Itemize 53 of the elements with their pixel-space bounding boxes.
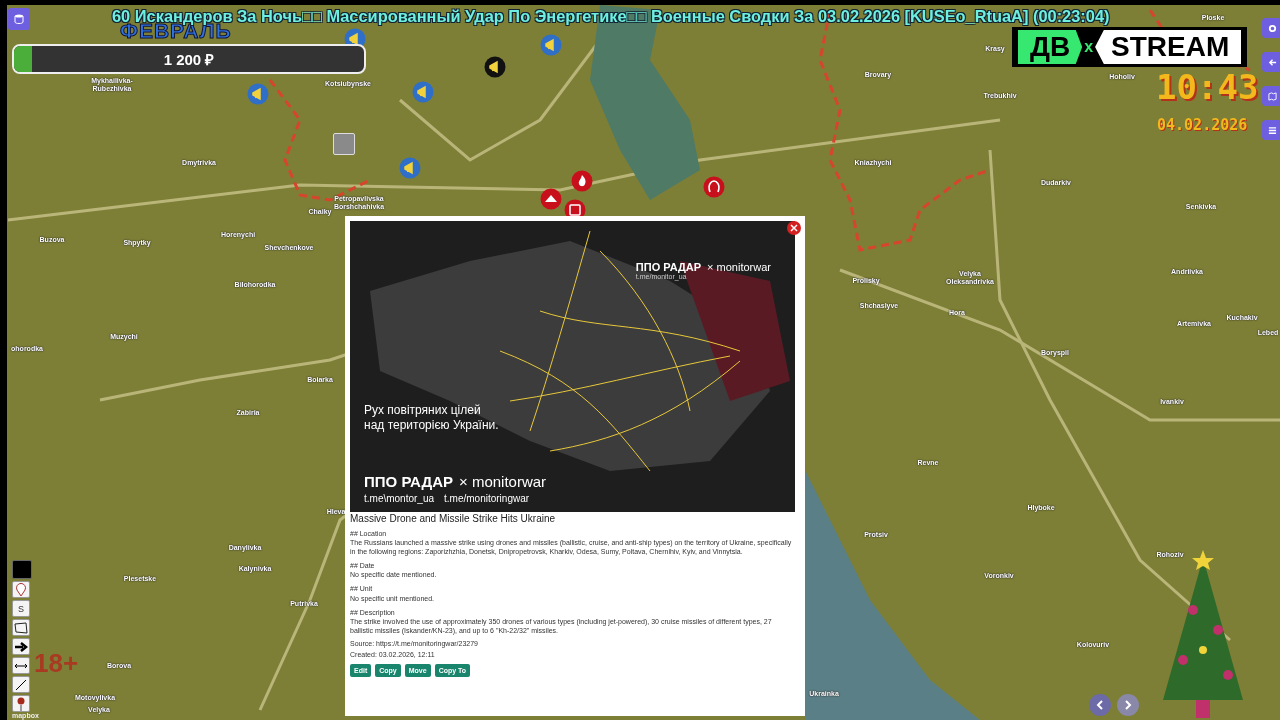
megaphone-marker-icon[interactable] bbox=[484, 56, 506, 78]
megaphone-marker-icon[interactable] bbox=[247, 83, 269, 105]
image-partner-text: × monitorwar bbox=[459, 473, 547, 490]
next-button[interactable] bbox=[1117, 694, 1139, 716]
list-button[interactable] bbox=[1262, 120, 1280, 140]
gear-icon bbox=[1267, 23, 1277, 33]
pin-icon bbox=[17, 696, 25, 711]
line-tool-button[interactable] bbox=[12, 676, 30, 693]
logo-left-text: ДВ bbox=[1018, 30, 1083, 64]
fire-marker-icon[interactable] bbox=[571, 170, 593, 192]
double-arrow-icon bbox=[14, 661, 28, 670]
pin-tool-button[interactable] bbox=[12, 581, 30, 598]
map-icon bbox=[1267, 91, 1277, 101]
database-icon bbox=[14, 14, 24, 24]
chevron-right-icon bbox=[1124, 700, 1132, 710]
polygon-icon bbox=[14, 621, 28, 634]
chevron-left-icon bbox=[1096, 700, 1104, 710]
list-icon bbox=[1267, 125, 1277, 135]
image-link-text: t.me/monitoringwar bbox=[444, 493, 530, 504]
logo-right-text: STREAM bbox=[1095, 30, 1242, 64]
arrow-tool-button[interactable] bbox=[12, 638, 30, 655]
megaphone-marker-icon[interactable] bbox=[412, 81, 434, 103]
popup-title: Massive Drone and Missile Strike Hits Ukraine bbox=[350, 513, 556, 524]
megaphone-marker-icon[interactable] bbox=[399, 157, 421, 179]
settings-button[interactable] bbox=[1262, 18, 1280, 38]
warning-marker-icon[interactable] bbox=[540, 188, 562, 210]
image-partner-text: × monitorwar bbox=[707, 261, 771, 273]
arrow-right-icon bbox=[14, 641, 28, 652]
pin-icon bbox=[15, 582, 27, 597]
donation-amount: 1 200 ₽ bbox=[163, 50, 215, 69]
previous-button[interactable] bbox=[1089, 694, 1111, 716]
marker-tool-button[interactable] bbox=[12, 695, 30, 712]
megaphone-marker-icon[interactable] bbox=[540, 34, 562, 56]
close-button[interactable] bbox=[787, 221, 801, 235]
image-brand-text: ППО РАДАР bbox=[635, 261, 702, 273]
color-swatch[interactable] bbox=[12, 560, 32, 579]
image-brand-text: ППО РАДАР bbox=[364, 473, 453, 490]
arrow-left-icon bbox=[1267, 57, 1277, 67]
close-icon bbox=[790, 224, 798, 232]
image-link-text: t.me\montor_ua bbox=[364, 493, 435, 504]
text-tool-button[interactable]: S bbox=[12, 600, 30, 617]
measure-tool-button[interactable] bbox=[12, 657, 30, 674]
line-icon bbox=[15, 678, 27, 691]
database-icon-button[interactable] bbox=[8, 8, 30, 30]
back-arrow-button[interactable] bbox=[1262, 52, 1280, 72]
logo-joiner: x bbox=[1084, 38, 1094, 56]
image-headline: Рух повітряних цілей над територією України. bbox=[364, 403, 500, 432]
clock-time: 10:43 bbox=[1156, 70, 1259, 104]
clock-date: 04.02.2026 bbox=[1157, 116, 1248, 134]
map-button[interactable] bbox=[1262, 86, 1280, 106]
photo-placeholder[interactable] bbox=[333, 133, 355, 155]
polygon-tool-button[interactable] bbox=[12, 619, 30, 636]
age-rating-label: 18+ bbox=[34, 648, 79, 679]
